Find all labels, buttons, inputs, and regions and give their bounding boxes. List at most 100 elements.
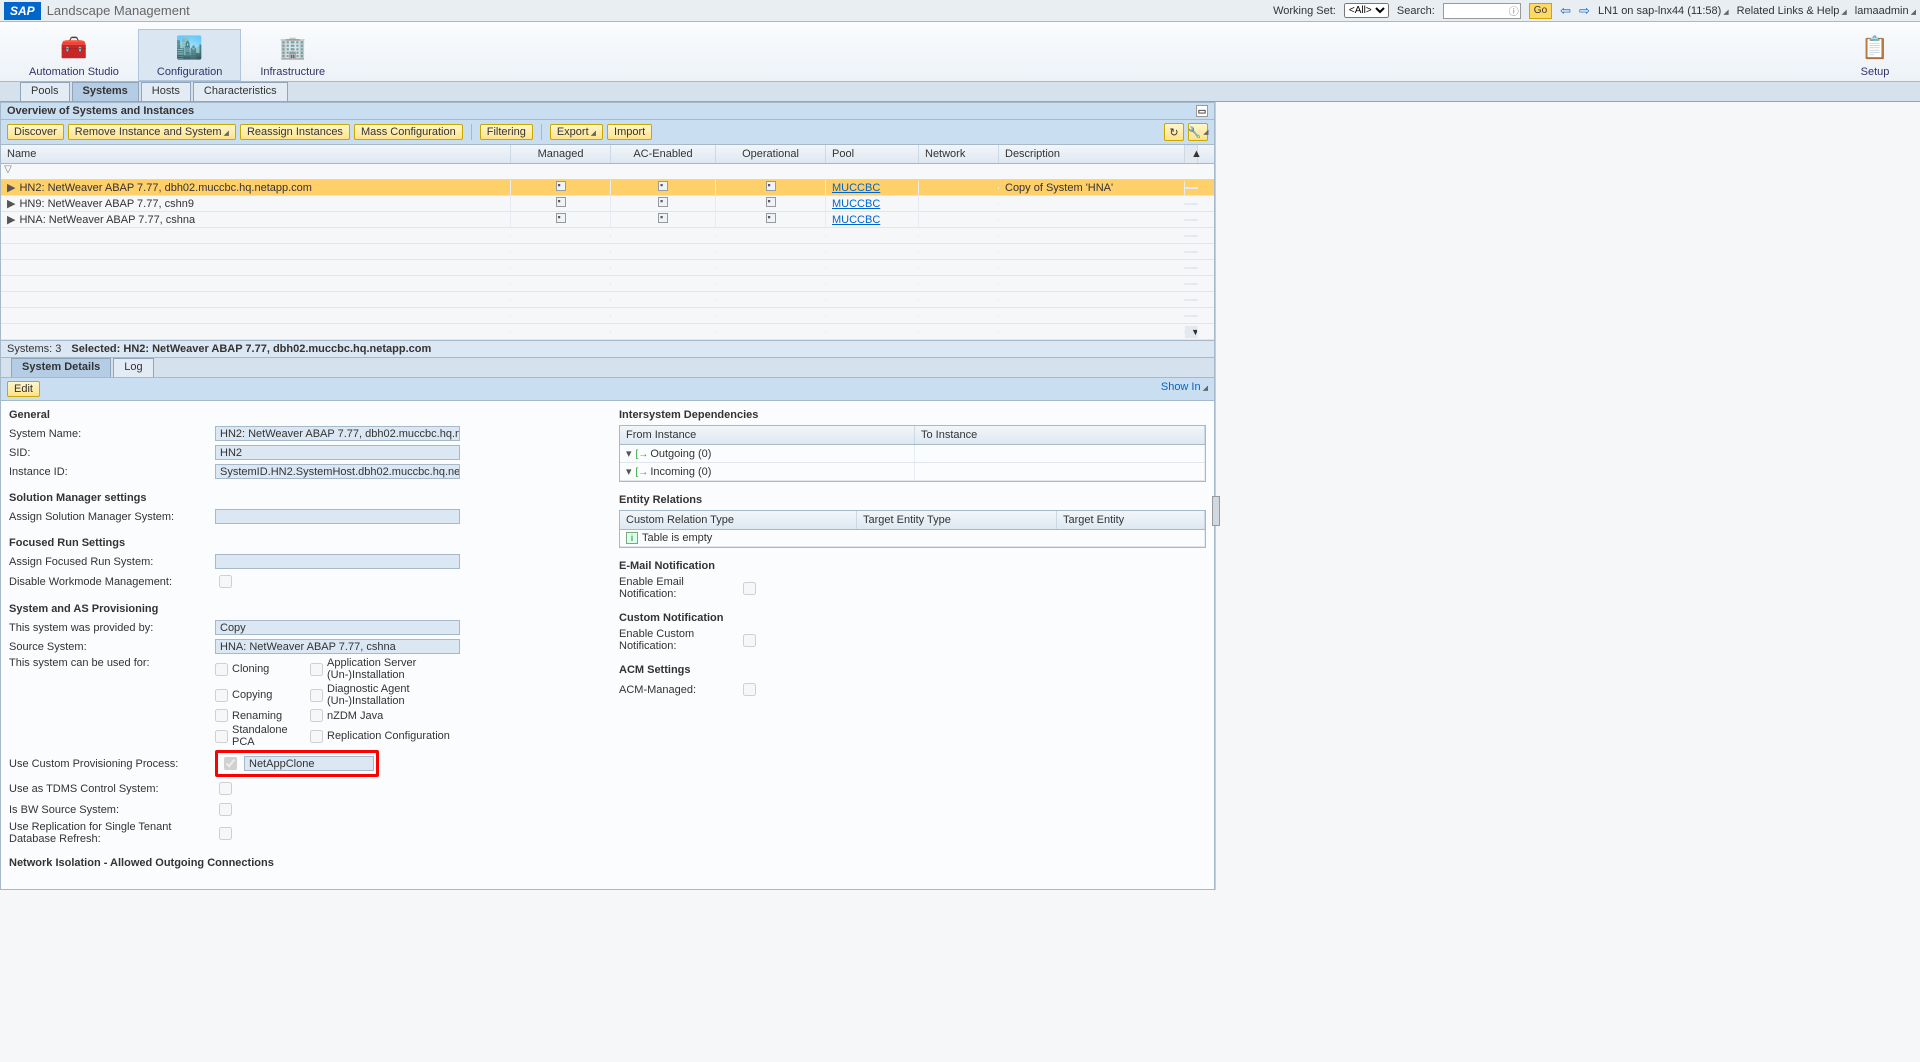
separator — [541, 124, 542, 140]
detail-right: Intersystem Dependencies From InstanceTo… — [619, 409, 1206, 881]
cb-cloning — [215, 663, 228, 676]
table-row — [1, 228, 1214, 244]
user-link[interactable]: lamaadmin — [1855, 5, 1916, 17]
reassign-button[interactable]: Reassign Instances — [240, 124, 350, 140]
sap-logo: SAP — [4, 2, 41, 20]
expand-icon[interactable]: ▶ — [7, 198, 15, 210]
related-links-link[interactable]: Related Links & Help — [1737, 5, 1847, 17]
tdms-label: Use as TDMS Control System: — [9, 783, 215, 795]
table-row — [1, 292, 1214, 308]
tab-hosts[interactable]: Hosts — [141, 82, 191, 101]
tab-log[interactable]: Log — [113, 358, 153, 377]
row-name: HN9: NetWeaver ABAP 7.77, cshn9 — [19, 198, 193, 210]
incoming-label: Incoming (0) — [650, 466, 711, 478]
tab-systems[interactable]: Systems — [72, 82, 139, 101]
pool-link[interactable]: MUCCBC — [832, 198, 880, 210]
op-indicator — [766, 213, 776, 223]
app-title: Landscape Management — [47, 3, 190, 18]
pool-link[interactable]: MUCCBC — [832, 214, 880, 226]
col-name[interactable]: Name — [1, 145, 511, 163]
table-row[interactable]: ▶ HN9: NetWeaver ABAP 7.77, cshn9 MUCCBC — [1, 196, 1214, 212]
splitter-handle[interactable] — [1212, 496, 1220, 526]
outgoing-label: Outgoing (0) — [650, 448, 711, 460]
toolbar-setup[interactable]: 📋 Setup — [1840, 29, 1910, 81]
email-heading: E-Mail Notification — [619, 560, 1206, 572]
acm-managed-label: ACM-Managed: — [619, 684, 739, 696]
toolbar-infrastructure[interactable]: 🏢 Infrastructure — [241, 29, 344, 81]
custom-prov-highlight: NetAppClone — [215, 750, 379, 777]
email-enable-checkbox — [743, 582, 756, 595]
header-bar: SAP Landscape Management Working Set: <A… — [0, 0, 1920, 22]
managed-indicator — [556, 181, 566, 191]
entity-col-2: Target Entity — [1057, 511, 1205, 529]
tree-toggle-icon[interactable]: ▾ — [626, 466, 632, 478]
mass-config-button[interactable]: Mass Configuration — [354, 124, 463, 140]
table-row[interactable]: ▶HNA: NetWeaver ABAP 7.77, cshna MUCCBC — [1, 212, 1214, 228]
settings-icon[interactable]: 🔧 — [1188, 123, 1208, 141]
table-row[interactable]: ▶HN2: NetWeaver ABAP 7.77, dbh02.muccbc.… — [1, 180, 1214, 196]
col-operational[interactable]: Operational — [716, 145, 826, 163]
tree-toggle-icon[interactable]: ▾ — [626, 448, 632, 460]
selected-label: Selected: HN2: NetWeaver ABAP 7.77, dbh0… — [71, 343, 431, 355]
col-description[interactable]: Description — [999, 145, 1185, 163]
nav-forward-icon[interactable]: ⇨ — [1579, 3, 1590, 19]
expand-icon[interactable]: ▶ — [7, 182, 15, 194]
grid-body: ▶HN2: NetWeaver ABAP 7.77, dbh02.muccbc.… — [1, 180, 1214, 340]
overview-title-bar: Overview of Systems and Instances ▭ — [0, 102, 1215, 120]
cb-appserver — [310, 663, 323, 676]
filter-row: ▽ — [1, 164, 1214, 180]
op-indicator — [766, 181, 776, 191]
refresh-icon[interactable]: ↻ — [1164, 123, 1184, 141]
discover-button[interactable]: Discover — [7, 124, 64, 140]
edit-button[interactable]: Edit — [7, 381, 40, 397]
cb-replication — [310, 730, 323, 743]
cb-standalone — [215, 730, 228, 743]
cb-copying — [215, 689, 228, 702]
nav-back-icon[interactable]: ⇦ — [1560, 3, 1571, 19]
pool-link[interactable]: MUCCBC — [832, 182, 880, 194]
working-set-label: Working Set: — [1273, 5, 1336, 17]
tab-system-details[interactable]: System Details — [11, 358, 111, 377]
filter-icon[interactable]: ▽ — [1, 164, 15, 179]
source-system-label: Source System: — [9, 641, 215, 653]
tab-pools[interactable]: Pools — [20, 82, 70, 101]
import-button[interactable]: Import — [607, 124, 652, 140]
repl-refresh-label: Use Replication for Single Tenant Databa… — [9, 821, 215, 845]
collapse-icon[interactable]: ▭ — [1196, 105, 1208, 117]
expand-icon[interactable]: ▶ — [7, 214, 15, 226]
provided-by-label: This system was provided by: — [9, 622, 215, 634]
show-in-link[interactable]: Show In — [1161, 381, 1208, 397]
go-button[interactable]: Go — [1529, 3, 1552, 19]
source-system-field: HNA: NetWeaver ABAP 7.77, cshna — [215, 639, 460, 654]
tdms-checkbox — [219, 782, 232, 795]
intersystem-table: From InstanceTo Instance ▾[→Outgoing (0)… — [619, 425, 1206, 482]
table-row — [1, 244, 1214, 260]
search-help-icon[interactable]: ⓘ — [1509, 3, 1519, 18]
table-row — [1, 308, 1214, 324]
system-info-link[interactable]: LN1 on sap-lnx44 (11:58) — [1598, 5, 1729, 17]
toolbar-automation-studio[interactable]: 🧰 Automation Studio — [10, 29, 138, 81]
tab-characteristics[interactable]: Characteristics — [193, 82, 288, 101]
automation-studio-icon: 🧰 — [58, 32, 90, 64]
filtering-button[interactable]: Filtering — [480, 124, 533, 140]
general-heading: General — [9, 409, 599, 421]
email-enable-label: Enable Email Notification: — [619, 576, 739, 600]
col-managed[interactable]: Managed — [511, 145, 611, 163]
intersystem-heading: Intersystem Dependencies — [619, 409, 1206, 421]
col-pool[interactable]: Pool — [826, 145, 919, 163]
remove-button[interactable]: Remove Instance and System — [68, 124, 236, 140]
provisioning-heading: System and AS Provisioning — [9, 603, 599, 615]
col-ac-enabled[interactable]: AC-Enabled — [611, 145, 716, 163]
working-set-select[interactable]: <All> — [1344, 3, 1389, 18]
solman-assign-field — [215, 509, 460, 524]
fr-disable-label: Disable Workmode Management: — [9, 576, 215, 588]
managed-indicator — [556, 213, 566, 223]
sid-label: SID: — [9, 447, 215, 459]
toolbar-configuration[interactable]: 🏙️ Configuration — [138, 29, 241, 81]
export-button[interactable]: Export — [550, 124, 603, 140]
col-network[interactable]: Network — [919, 145, 999, 163]
to-instance-col: To Instance — [915, 426, 1205, 444]
net-cell — [919, 187, 999, 189]
col-scroll[interactable]: ▲ — [1185, 145, 1198, 163]
config-tabstrip: Pools Systems Hosts Characteristics — [0, 82, 1920, 102]
